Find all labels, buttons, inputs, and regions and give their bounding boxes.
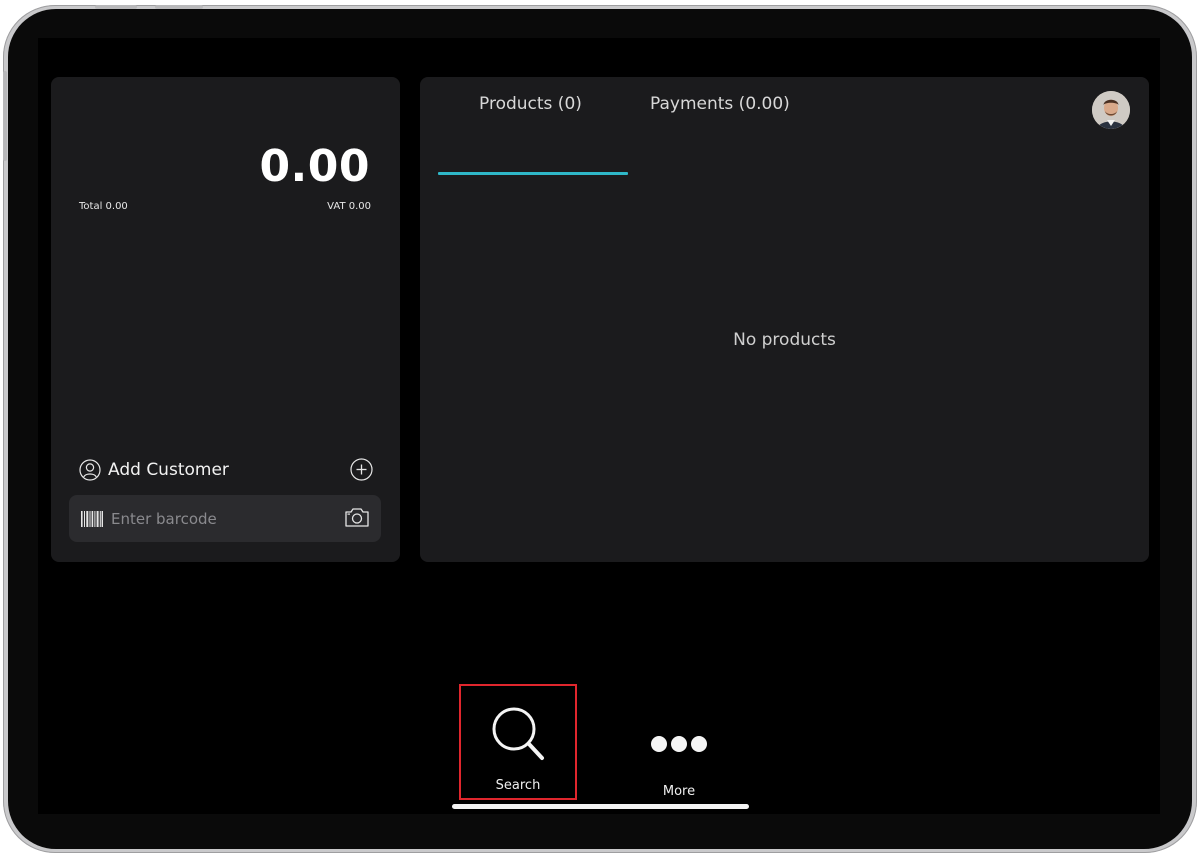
tab-products[interactable]: Products (0) — [479, 94, 582, 114]
vat-label: VAT 0.00 — [327, 201, 371, 212]
search-icon — [492, 707, 544, 760]
more-dots-icon — [651, 736, 707, 752]
search-nav-button[interactable]: Search — [459, 684, 577, 800]
side-button — [3, 71, 7, 161]
home-indicator[interactable] — [452, 804, 749, 809]
person-icon — [79, 459, 101, 481]
more-nav-button[interactable]: More — [622, 688, 736, 800]
user-photo-icon — [1092, 91, 1130, 129]
search-label: Search — [495, 778, 541, 793]
add-customer-plus-icon[interactable] — [350, 458, 373, 481]
total-amount: 0.00 — [259, 141, 370, 192]
barcode-input[interactable] — [109, 508, 333, 529]
app-screen: 0.00 Total 0.00 VAT 0.00 Add Customer En… — [38, 38, 1160, 814]
active-tab-indicator — [438, 172, 628, 175]
barcode-field — [69, 495, 381, 542]
barcode-icon — [81, 510, 103, 527]
add-customer-row[interactable]: Add Customer — [79, 457, 373, 483]
total-label: Total 0.00 — [79, 201, 128, 212]
bottom-nav: Search More — [38, 684, 1160, 808]
add-customer-label: Add Customer — [108, 460, 229, 480]
tab-payments[interactable]: Payments (0.00) — [650, 94, 790, 114]
order-summary-panel: 0.00 Total 0.00 VAT 0.00 Add Customer — [51, 77, 400, 562]
empty-products-message: No products — [733, 330, 836, 350]
avatar[interactable] — [1092, 91, 1130, 129]
camera-icon[interactable] — [344, 506, 370, 528]
cart-panel: Products (0) Payments (0.00) No products — [420, 77, 1149, 562]
more-label: More — [662, 784, 696, 799]
